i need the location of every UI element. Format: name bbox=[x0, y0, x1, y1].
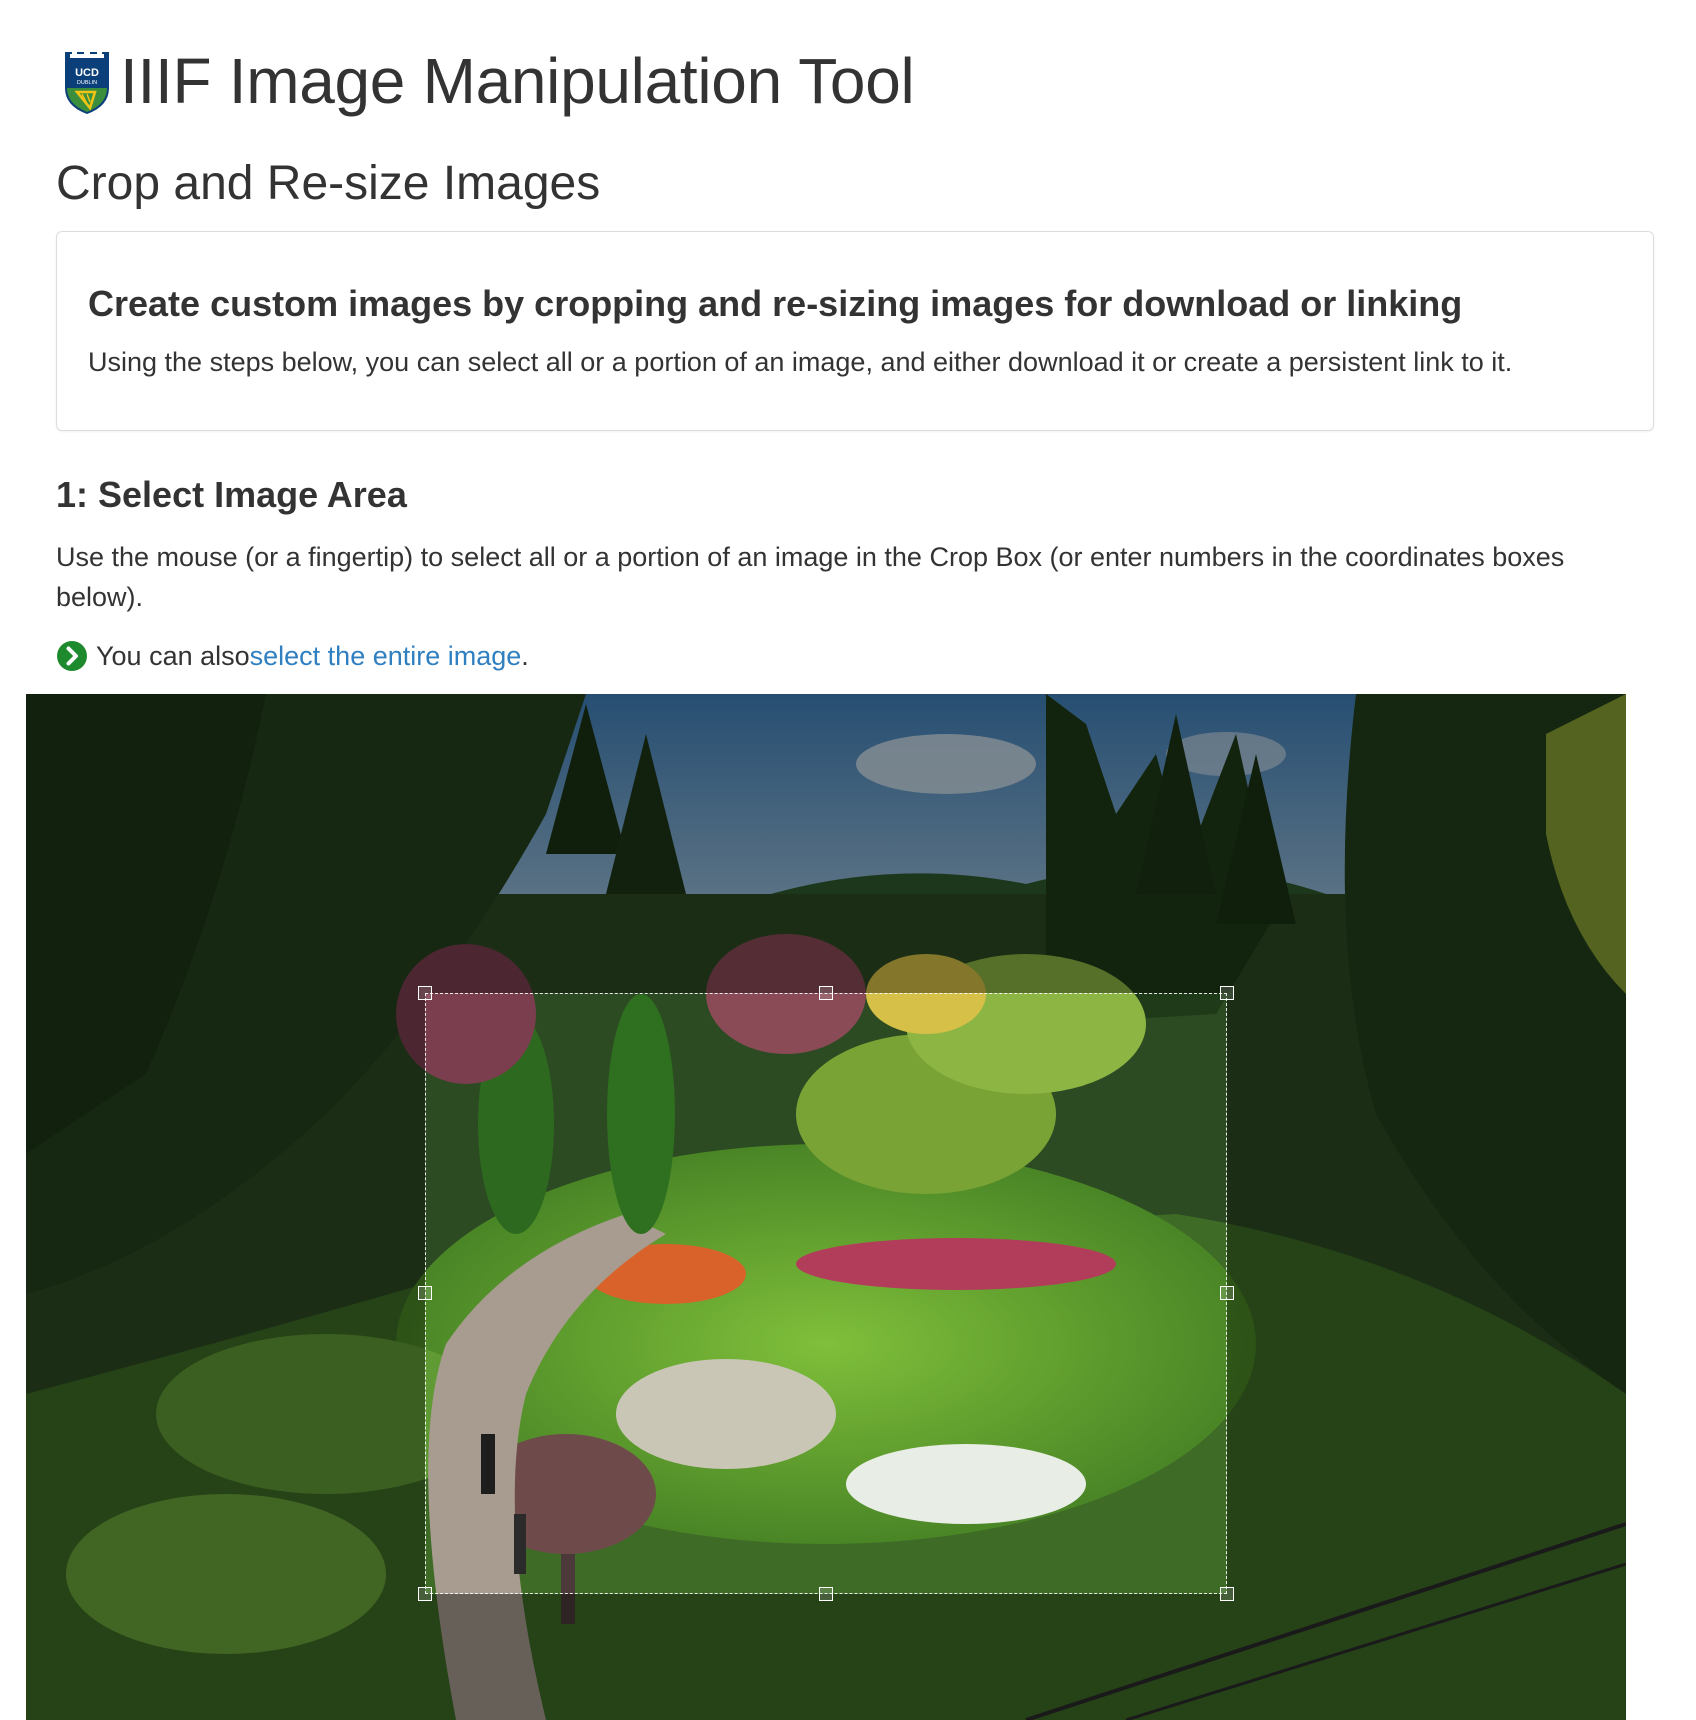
right-gutter bbox=[1626, 694, 1696, 1720]
select-entire-line: You can also select the entire image. bbox=[56, 638, 529, 674]
crop-handle-sw[interactable] bbox=[418, 1587, 432, 1601]
crop-canvas[interactable] bbox=[26, 694, 1626, 1720]
app-title: IIIF Image Manipulation Tool bbox=[120, 45, 915, 117]
crop-handle-e[interactable] bbox=[1220, 1286, 1234, 1300]
page-title: Crop and Re-size Images bbox=[56, 157, 601, 210]
svg-text:DUBLIN: DUBLIN bbox=[77, 80, 97, 86]
crop-handle-n[interactable] bbox=[819, 986, 833, 1000]
step1-instructions: Use the mouse (or a fingertip) to select… bbox=[56, 542, 1565, 612]
crop-selection-box[interactable] bbox=[425, 993, 1227, 1594]
intro-heading: Create custom images by cropping and re-… bbox=[88, 283, 1463, 324]
crop-handle-nw[interactable] bbox=[418, 986, 432, 1000]
svg-text:UCD: UCD bbox=[75, 67, 99, 79]
page: UCD DUBLIN IIIF Image Manipulation Tool … bbox=[0, 0, 1696, 1720]
also-prefix: You can also bbox=[96, 641, 250, 671]
intro-panel: Create custom images by cropping and re-… bbox=[56, 231, 1654, 431]
crop-dim-right bbox=[1227, 993, 1626, 1594]
crop-dim-top bbox=[26, 694, 1626, 993]
chevron-right-circle-icon bbox=[57, 641, 87, 671]
ucd-crest-icon: UCD DUBLIN bbox=[65, 48, 109, 114]
select-entire-image-link[interactable]: select the entire image bbox=[250, 638, 522, 674]
crop-handle-s[interactable] bbox=[819, 1587, 833, 1601]
crop-handle-w[interactable] bbox=[418, 1286, 432, 1300]
app-header: UCD DUBLIN IIIF Image Manipulation Tool bbox=[62, 45, 915, 117]
crop-handle-ne[interactable] bbox=[1220, 986, 1234, 1000]
also-suffix: . bbox=[521, 641, 529, 671]
crop-dim-bottom bbox=[26, 1594, 1626, 1720]
intro-text: Using the steps below, you can select al… bbox=[88, 347, 1513, 377]
crop-dim-left bbox=[26, 993, 425, 1594]
crop-handle-se[interactable] bbox=[1220, 1587, 1234, 1601]
step1-heading: 1: Select Image Area bbox=[56, 474, 407, 515]
